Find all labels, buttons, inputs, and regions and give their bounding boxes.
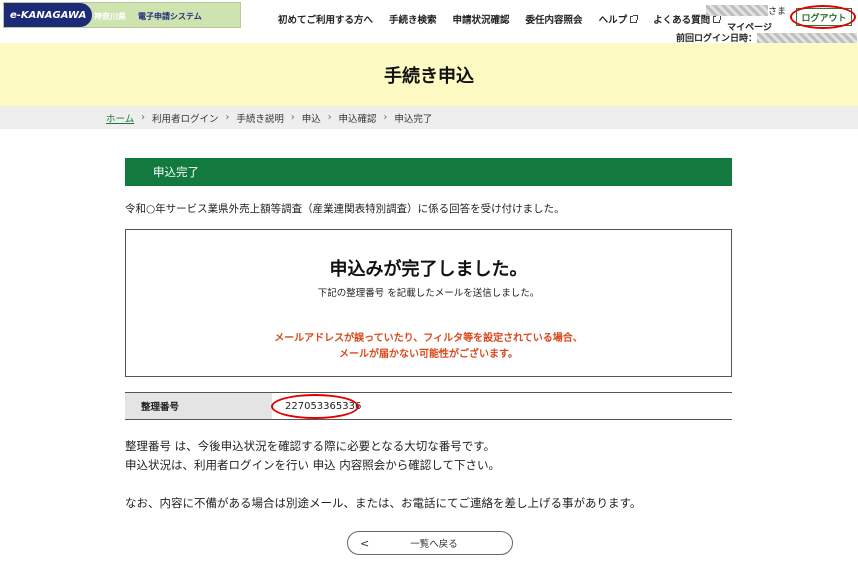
back-to-list-button[interactable]: < 一覧へ戻る bbox=[347, 531, 513, 555]
nav-label: ヘルプ bbox=[598, 15, 628, 26]
nav-first-time[interactable]: 初めてご利用する方へ bbox=[278, 12, 373, 26]
mail-warning-line: メールが届かない可能性がございます。 bbox=[339, 349, 518, 360]
completion-message: 申込みが完了しました。 bbox=[329, 259, 528, 280]
logo-system-name: 電子申請システム bbox=[138, 12, 202, 21]
breadcrumb-item: 申込 bbox=[301, 113, 321, 125]
user-info: さま マイページ bbox=[690, 4, 786, 33]
breadcrumb-current: 申込完了 bbox=[394, 113, 433, 125]
page-title: 手続き申込 bbox=[384, 65, 474, 87]
note-line: 整理番号 は、今後申込状況を確認する際に必要となる大切な番号です。 bbox=[125, 439, 496, 453]
note-line: 申込状況は、利用者ログインを行い 申込 内容照会から確認して下さい。 bbox=[125, 458, 500, 472]
breadcrumb-home[interactable]: ホーム bbox=[106, 111, 134, 125]
external-link-icon bbox=[630, 14, 639, 23]
reference-number-table: 整理番号 227053365336 bbox=[125, 392, 732, 420]
mail-sent-message: 下記の整理番号 を記載したメールを送信しました。 bbox=[317, 288, 540, 299]
user-suffix: さま bbox=[767, 7, 786, 17]
nav-help[interactable]: ヘルプ bbox=[598, 12, 639, 26]
redacted-last-login bbox=[757, 32, 858, 43]
reference-number-label: 整理番号 bbox=[125, 393, 272, 419]
logo-prefecture: 神奈川県 bbox=[94, 12, 126, 21]
global-nav: 初めてご利用する方へ 手続き検索 申請状況確認 委任内容照会 ヘルプ よくある質… bbox=[278, 12, 736, 26]
site-logo[interactable]: e-KANAGAWA 神奈川県 電子申請システム bbox=[3, 2, 241, 28]
section-heading: 申込完了 bbox=[125, 158, 732, 186]
nav-delegation-inquiry[interactable]: 委任内容照会 bbox=[526, 12, 583, 26]
page-title-band: 手続き申込 bbox=[0, 43, 858, 106]
logout-button[interactable]: ログアウト bbox=[796, 8, 852, 26]
section-heading-label: 申込完了 bbox=[153, 165, 199, 179]
nav-label: 手続き検索 bbox=[389, 15, 437, 26]
chevron-right-icon: › bbox=[327, 112, 332, 123]
logo-brand: e-KANAGAWA bbox=[4, 3, 93, 27]
chevron-right-icon: › bbox=[225, 112, 230, 123]
back-to-list-label: 一覧へ戻る bbox=[410, 539, 458, 550]
mail-warning: メールアドレスが誤っていたり、フィルタ等を設定されている場合、 メールが届かない… bbox=[126, 331, 731, 363]
chevron-right-icon: › bbox=[290, 112, 295, 123]
breadcrumb-item: 手続き説明 bbox=[236, 113, 284, 125]
completion-box: 申込みが完了しました。 下記の整理番号 を記載したメールを送信しました。 メール… bbox=[125, 229, 732, 377]
nav-procedure-search[interactable]: 手続き検索 bbox=[389, 12, 437, 26]
reference-number-value: 227053365336 bbox=[285, 400, 362, 412]
chevron-left-icon: < bbox=[360, 536, 370, 550]
chevron-right-icon: › bbox=[383, 112, 388, 123]
nav-label: 委任内容照会 bbox=[525, 15, 583, 26]
chevron-right-icon: › bbox=[141, 112, 146, 123]
nav-application-status[interactable]: 申請状況確認 bbox=[453, 12, 510, 26]
nav-label: 初めてご利用する方へ bbox=[278, 15, 374, 26]
nav-label: 申請状況確認 bbox=[452, 15, 510, 26]
note-line: なお、内容に不備がある場合は別途メール、または、お電話にてご連絡を差し上げる事が… bbox=[125, 496, 642, 510]
breadcrumb-item: 申込確認 bbox=[338, 113, 377, 125]
breadcrumb-item: 利用者ログイン bbox=[152, 113, 219, 125]
mail-warning-line: メールアドレスが誤っていたり、フィルタ等を設定されている場合、 bbox=[274, 333, 583, 344]
notes: 整理番号 は、今後申込状況を確認する際に必要となる大切な番号です。 申込状況は、… bbox=[125, 437, 641, 513]
breadcrumb: ホーム › 利用者ログイン › 手続き説明 › 申込 › 申込確認 › 申込完了 bbox=[0, 106, 858, 129]
received-message: 令和○年サービス業県外売上額等調査（産業連関表特別調査）に係る回答を受け付けまし… bbox=[125, 203, 565, 215]
redacted-user-name bbox=[705, 5, 768, 16]
